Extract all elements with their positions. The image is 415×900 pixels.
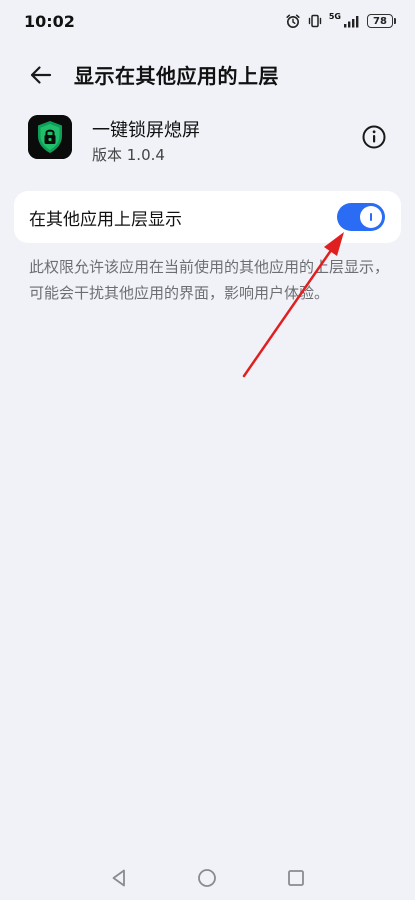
info-icon: [362, 125, 386, 149]
toggle-knob: [360, 206, 382, 228]
info-button[interactable]: [361, 124, 387, 150]
vibrate-icon: [307, 13, 323, 29]
app-version: 版本 1.0.4: [92, 146, 165, 164]
battery-icon: 78: [367, 14, 396, 28]
setting-label: 在其他应用上层显示: [29, 210, 182, 230]
toggle-on-mark: [370, 213, 372, 221]
app-name: 一键锁屏熄屏: [92, 120, 200, 141]
display-over-apps-toggle[interactable]: [337, 203, 385, 231]
signal-icon: [343, 14, 361, 28]
status-time: 10:02: [24, 12, 75, 31]
header: 显示在其他应用的上层: [0, 52, 415, 96]
app-info: 一键锁屏熄屏 版本 1.0.4: [0, 110, 415, 174]
screen: 10:02 5G 78 显示在其他应用的上层 一键锁屏熄屏 版本 1.0.4 在…: [0, 0, 415, 900]
status-icons: 5G 78: [285, 12, 396, 29]
nav-recent-button[interactable]: [284, 866, 308, 890]
nav-recent-icon: [288, 870, 304, 886]
back-arrow-icon: [30, 66, 52, 84]
nav-back-button[interactable]: [107, 866, 131, 890]
nav-home-button[interactable]: [195, 866, 219, 890]
navigation-bar: [0, 860, 415, 900]
nav-back-icon: [112, 869, 125, 887]
setting-row-display-over-other-apps[interactable]: 在其他应用上层显示: [14, 191, 401, 243]
nav-home-icon: [198, 869, 216, 887]
status-bar: 10:02 5G 78: [0, 0, 415, 44]
alarm-icon: [285, 13, 301, 29]
page-title: 显示在其他应用的上层: [74, 64, 279, 88]
network-type: 5G: [328, 12, 341, 21]
back-button[interactable]: [28, 62, 54, 88]
permission-description: 此权限允许该应用在当前使用的其他应用的上层显示，可能会干扰其他应用的界面，影响用…: [29, 258, 390, 302]
lock-shield-app-icon: [28, 115, 72, 159]
